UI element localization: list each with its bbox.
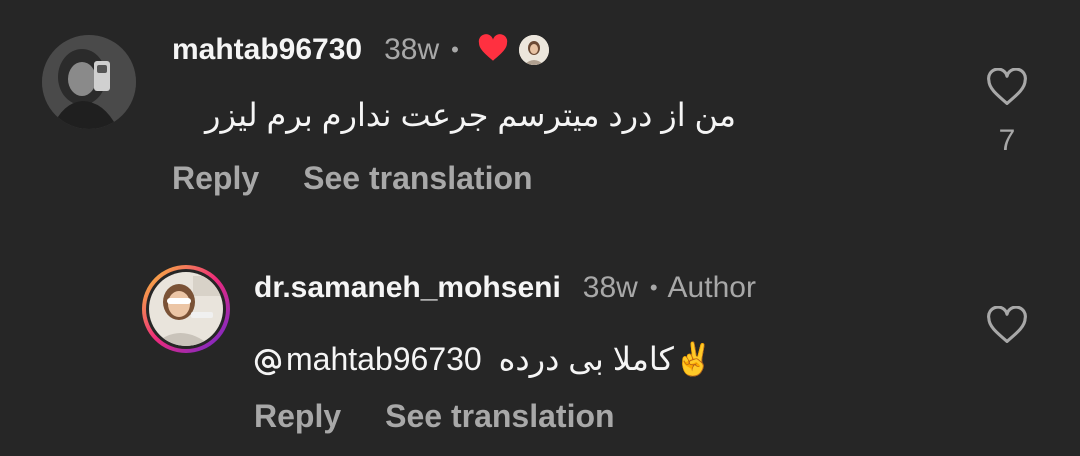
separator-dot: • — [451, 37, 459, 62]
reply-header: dr.samaneh_mohseni 38w • Author — [254, 268, 756, 308]
see-translation-button[interactable]: See translation — [303, 160, 532, 197]
see-translation-button[interactable]: See translation — [385, 398, 614, 435]
author-badge: Author — [667, 271, 756, 304]
mention-icon — [254, 348, 282, 375]
victory-hand-emoji: ✌️ — [673, 341, 714, 377]
reply-text: mahtab96730 کاملا بی درده✌️ — [254, 340, 714, 378]
like-heart-icon[interactable] — [986, 67, 1028, 111]
reply-button[interactable]: Reply — [172, 160, 259, 197]
comment-actions: Reply See translation — [172, 160, 577, 197]
reply-button[interactable]: Reply — [254, 398, 341, 435]
like-count: 7 — [998, 124, 1016, 157]
reply-body: کاملا بی درده — [498, 341, 674, 377]
reply-actions: Reply See translation — [254, 398, 659, 435]
author-liked-heart-icon — [477, 33, 509, 67]
comment-text: من از درد میترسم جرعت ندارم برم لیزر — [205, 97, 736, 133]
separator-dot: • — [649, 275, 658, 300]
mention-username: mahtab96730 — [286, 341, 482, 377]
username[interactable]: dr.samaneh_mohseni — [254, 271, 561, 305]
author-avatar[interactable] — [142, 265, 230, 353]
like-heart-icon[interactable] — [986, 305, 1028, 349]
author-avatar-small — [518, 35, 549, 65]
comment-item: mahtab96730 38w • من از درد میترسم جرعت … — [0, 0, 1080, 220]
avatar[interactable] — [42, 35, 136, 129]
timestamp: 38w — [582, 271, 638, 304]
mention-link[interactable]: mahtab96730 — [254, 341, 482, 377]
timestamp: 38w — [384, 33, 440, 66]
reply-comment-item: dr.samaneh_mohseni 38w • Author mahtab96… — [0, 250, 1080, 456]
comment-header: mahtab96730 38w • — [172, 30, 549, 70]
username[interactable]: mahtab96730 — [172, 33, 362, 67]
